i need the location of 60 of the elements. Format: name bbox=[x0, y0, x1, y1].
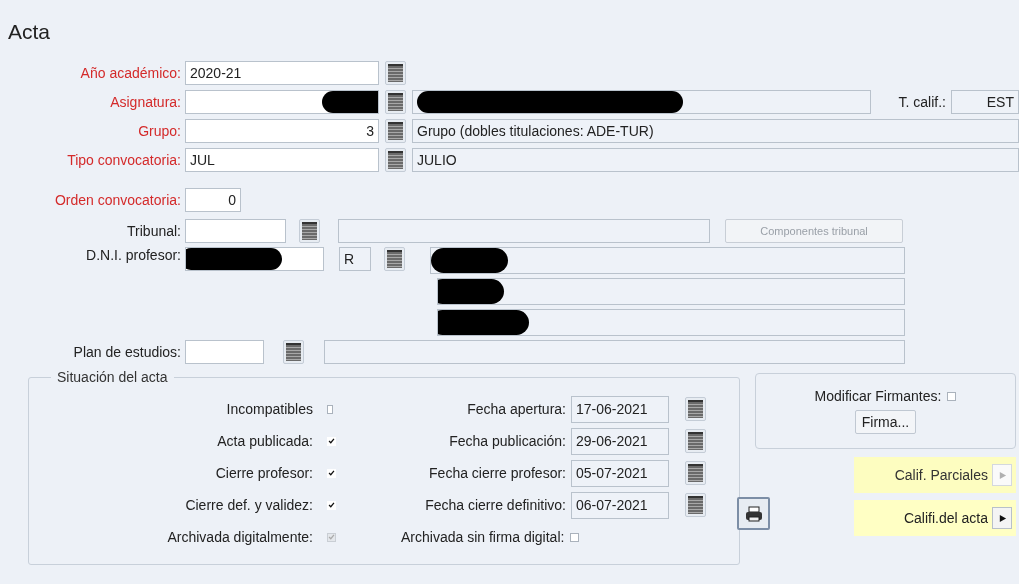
input-field[interactable]: 2020-21 bbox=[185, 61, 379, 85]
checkbox[interactable] bbox=[570, 532, 580, 542]
print-button[interactable] bbox=[737, 497, 770, 530]
lookup-button[interactable] bbox=[384, 247, 405, 271]
description-field: JULIO bbox=[412, 148, 1019, 172]
input-field[interactable] bbox=[185, 247, 324, 271]
checkbox-label: Incompatibles bbox=[225, 401, 313, 417]
checkbox-label: Cierre profesor: bbox=[214, 465, 313, 481]
date-label: Fecha apertura: bbox=[466, 401, 567, 417]
lookup-button[interactable] bbox=[283, 340, 304, 364]
lookup-button[interactable] bbox=[385, 61, 406, 85]
checkbox[interactable] bbox=[327, 404, 333, 414]
date-field: 29-06-2021 bbox=[571, 427, 669, 455]
checkbox-label: Cierre def. y validez: bbox=[184, 497, 313, 513]
input-field: EST bbox=[951, 90, 1019, 114]
field-label: Tribunal: bbox=[126, 223, 182, 239]
printer-icon bbox=[743, 503, 764, 524]
calendar-button[interactable] bbox=[685, 461, 706, 485]
field-label: D.N.I. profesor: bbox=[85, 247, 182, 263]
group-title: Situación del acta bbox=[56, 369, 169, 385]
input-field[interactable]: JUL bbox=[185, 148, 379, 172]
input-field[interactable]: 3 bbox=[185, 119, 379, 143]
field-label: T. calif.: bbox=[897, 94, 947, 110]
lookup-button[interactable] bbox=[385, 119, 406, 143]
checkbox[interactable] bbox=[947, 391, 957, 401]
date-field: 17-06-2021 bbox=[571, 395, 669, 423]
checkbox-label: Modificar Firmantes: bbox=[814, 388, 942, 404]
field-label: Año académico: bbox=[79, 65, 182, 81]
checkbox-label: Acta publicada: bbox=[216, 433, 313, 449]
checkbox-label: Archivada digitalmente: bbox=[166, 529, 313, 545]
lookup-button[interactable] bbox=[385, 90, 406, 114]
play-icon bbox=[997, 470, 1007, 480]
field-label: Plan de estudios: bbox=[72, 344, 182, 360]
calendar-button[interactable] bbox=[685, 429, 706, 453]
input-field[interactable] bbox=[185, 340, 264, 364]
field-label: Asignatura: bbox=[109, 94, 182, 110]
date-field: 05-07-2021 bbox=[571, 459, 669, 487]
input-field: R bbox=[339, 247, 371, 271]
lookup-button[interactable] bbox=[299, 219, 320, 243]
field-label: Grupo: bbox=[137, 123, 182, 139]
field-label: Orden convocatoria: bbox=[53, 192, 182, 208]
date-field: 06-07-2021 bbox=[571, 491, 669, 519]
date-label: Fecha cierre profesor: bbox=[428, 465, 567, 481]
play-icon bbox=[997, 513, 1007, 523]
calendar-button[interactable] bbox=[685, 397, 706, 421]
date-label: Fecha cierre definitivo: bbox=[424, 497, 567, 513]
calendar-button[interactable] bbox=[685, 493, 706, 517]
redaction-mark bbox=[438, 279, 504, 304]
input-field[interactable]: 0 bbox=[185, 188, 241, 212]
redaction-mark bbox=[322, 91, 378, 113]
sign-button[interactable]: Firma... bbox=[854, 410, 917, 434]
field-label: Tipo convocatoria: bbox=[66, 152, 182, 168]
description-field: Grupo (dobles titulaciones: ADE-TUR) bbox=[412, 119, 1019, 143]
date-label: Fecha publicación: bbox=[448, 433, 567, 449]
form-title: Acta bbox=[7, 20, 52, 45]
input-field[interactable] bbox=[185, 219, 286, 243]
lookup-button[interactable] bbox=[385, 148, 406, 172]
grades-button[interactable]: Califi.del acta bbox=[854, 500, 1016, 536]
input-field[interactable] bbox=[185, 90, 379, 114]
checkbox-label: Archivada sin firma digital: bbox=[401, 529, 565, 545]
